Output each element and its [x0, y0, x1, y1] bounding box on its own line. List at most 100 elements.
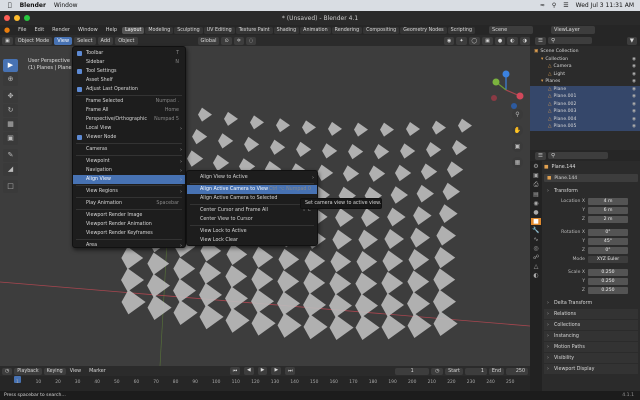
tab-rendering[interactable]: Rendering — [331, 26, 363, 34]
pivot-icon[interactable]: ⊙ — [221, 36, 232, 45]
visibility-toggle-icon[interactable]: ◉ — [632, 117, 636, 122]
grid-view-icon[interactable]: ▦ — [512, 157, 523, 168]
output-tab-icon[interactable]: ⎙ — [534, 181, 539, 189]
menu-window[interactable]: Window — [74, 27, 102, 33]
app-menu[interactable]: Blender — [20, 2, 46, 9]
outliner-editor-icon[interactable]: ☰ — [535, 36, 546, 45]
view-menu-view-regions[interactable]: View Regions › — [73, 187, 185, 196]
editor-type-icon[interactable]: ▣ — [2, 36, 13, 45]
play-icon[interactable]: ▶ — [257, 367, 268, 375]
cursor-icon[interactable]: ⊕ — [3, 73, 18, 86]
timeline-menu-marker[interactable]: Marker — [85, 369, 110, 374]
scale-z-value[interactable]: 0.250 — [588, 287, 628, 294]
rotation-mode-dropdown[interactable]: XYZ Euler — [588, 256, 628, 263]
outliner-item[interactable]: △ Plane.001 ◉ — [530, 93, 640, 101]
view-menu-viewer-node[interactable]: Viewer Node — [73, 133, 185, 142]
rotation-z[interactable]: Z 0° — [544, 246, 638, 255]
clock[interactable]: Wed Jul 3 11:31 AM — [576, 2, 634, 9]
panel-instancing[interactable]: Instancing — [544, 331, 638, 341]
timeline-menu-playback[interactable]: Playback — [14, 367, 42, 375]
timeline-editor-icon[interactable]: ◷ — [2, 367, 13, 375]
panel-visibility[interactable]: Visibility — [544, 353, 638, 363]
tab-animation[interactable]: Animation — [300, 26, 331, 34]
outliner-item[interactable]: ▾ Collection ◉ — [530, 56, 640, 64]
checkbox-icon[interactable] — [77, 135, 82, 140]
scale-z[interactable]: Z 0.250 — [544, 286, 638, 295]
menu-render[interactable]: Render — [48, 27, 74, 33]
align-menu-view-lock-to-active[interactable]: View Lock to Active — [187, 227, 317, 236]
current-frame-field[interactable]: 1 — [395, 367, 430, 375]
timeline-menu-view[interactable]: View — [66, 369, 85, 374]
scene-selector[interactable]: Scene — [489, 26, 534, 34]
panel-motion-paths[interactable]: Motion Paths — [544, 342, 638, 352]
visibility-toggle-icon[interactable]: ◉ — [632, 72, 636, 77]
location-y-value[interactable]: 6 m — [588, 207, 628, 214]
material-shading-icon[interactable]: ◐ — [507, 36, 518, 45]
render-tab-icon[interactable]: ▣ — [533, 172, 539, 179]
filter-icon[interactable]: ▼ — [626, 36, 637, 45]
xray-icon[interactable]: ▣ — [482, 36, 493, 45]
object-name-field[interactable]: ■ Plane.144 — [544, 174, 638, 182]
properties-editor-icon[interactable]: ☰ — [535, 151, 546, 160]
outliner-item[interactable]: △ Plane.002 ◉ — [530, 100, 640, 108]
scale-icon[interactable]: ▦ — [3, 118, 18, 131]
zoom-icon[interactable]: ⚲ — [512, 109, 523, 120]
select-box-icon[interactable]: ▶ — [3, 59, 18, 72]
location-x[interactable]: Location X4 m — [544, 197, 638, 206]
view-menu-perspective-orthographic[interactable]: Perspective/Orthographic Numpad 5 — [73, 115, 185, 124]
view-menu-align-view[interactable]: Align View › — [73, 175, 185, 184]
rotation-y-value[interactable]: 45° — [588, 238, 628, 245]
timeline-menu-keying[interactable]: Keying — [43, 367, 66, 375]
annotate-icon[interactable]: ✎ — [3, 149, 18, 162]
location-x-value[interactable]: 4 m — [588, 198, 628, 205]
scene-tab-icon[interactable]: ◉ — [533, 200, 538, 207]
overlay-icon[interactable]: ◯ — [468, 36, 481, 45]
scale-x-value[interactable]: 0.250 — [588, 269, 628, 276]
outliner-item[interactable]: △ Plane ◉ — [530, 85, 640, 93]
tab-modeling[interactable]: Modeling — [145, 26, 174, 34]
tab-uv-editing[interactable]: UV Editing — [203, 26, 235, 34]
menu-file[interactable]: File — [14, 27, 30, 33]
align-menu-view-lock-clear[interactable]: View Lock Clear — [187, 236, 317, 245]
scale-y[interactable]: Y 0.250 — [544, 277, 638, 286]
constraints-tab-icon[interactable]: ☍ — [533, 254, 539, 261]
view-menu-sidebar[interactable]: Sidebar N — [73, 58, 185, 67]
world-tab-icon[interactable]: ● — [533, 209, 538, 216]
tab-sculpting[interactable]: Sculpting — [174, 26, 203, 34]
blender-logo-icon[interactable]: ● — [0, 26, 14, 34]
end-frame-field[interactable]: 250 — [506, 367, 528, 375]
visibility-toggle-icon[interactable]: ◉ — [632, 94, 636, 99]
outliner[interactable]: ▣ Scene Collection ▾ Collection ◉ △ Camera ◉ △ Li… — [530, 46, 640, 150]
panel-relations[interactable]: Relations — [544, 309, 638, 319]
visibility-toggle-icon[interactable]: ◉ — [632, 109, 636, 114]
view-menu-local-view[interactable]: Local View › — [73, 124, 185, 133]
checkbox-icon[interactable] — [77, 87, 82, 92]
view-menu-viewport-render-keyframes[interactable]: Viewport Render Keyframes — [73, 229, 185, 238]
orientation-selector[interactable]: Global — [197, 36, 220, 45]
viewport-menu-add[interactable]: Add — [97, 36, 114, 45]
camera-view-icon[interactable]: ▣ — [512, 141, 523, 152]
location-y[interactable]: Y6 m — [544, 206, 638, 215]
rotation-y[interactable]: Y 45° — [544, 237, 638, 246]
align-menu-align-view-to-active[interactable]: Align View to Active › — [187, 173, 317, 182]
tool-tab-icon[interactable]: ⚙ — [533, 163, 538, 170]
apple-menu-icon[interactable]:  — [8, 2, 12, 9]
viewport-menu-object[interactable]: Object — [115, 36, 138, 45]
align-menu-align-active-camera-to-selected[interactable]: Align Active Camera to Selected — [187, 194, 317, 203]
align-menu-center-cursor-and-frame-all[interactable]: Center Cursor and Frame All ⇧ C — [187, 206, 317, 215]
control-center-icon[interactable]: ☰ — [563, 2, 568, 9]
clock-icon[interactable]: ◷ — [431, 367, 444, 375]
panel-collections[interactable]: Collections — [544, 320, 638, 330]
panel-viewport-display[interactable]: Viewport Display — [544, 364, 638, 374]
mode-selector[interactable]: Object Mode — [14, 36, 53, 45]
visibility-toggle-icon[interactable]: ◉ — [632, 87, 636, 92]
tab-layout[interactable]: Layout — [122, 26, 145, 34]
tab-texture-paint[interactable]: Texture Paint — [235, 26, 273, 34]
outliner-search-input[interactable]: ⚲ — [547, 37, 592, 44]
outliner-item[interactable]: ▣ Scene Collection — [530, 48, 640, 56]
wifi-icon[interactable]: ≈ — [540, 2, 545, 9]
particles-tab-icon[interactable]: ∿ — [533, 236, 538, 243]
tab-geometry-nodes[interactable]: Geometry Nodes — [400, 26, 447, 34]
view-menu-adjust-last-operation[interactable]: Adjust Last Operation — [73, 85, 185, 94]
transform-panel-header[interactable]: Transform — [544, 186, 638, 196]
